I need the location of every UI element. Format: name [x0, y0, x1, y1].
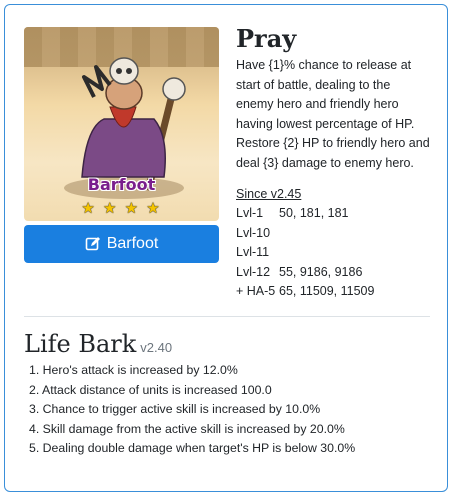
level-name: + HA-5 [236, 284, 276, 298]
level-value: 55, 9186, 9186 [279, 264, 363, 279]
level-row: Lvl-10 [236, 226, 374, 246]
level-row: Lvl-1 50, 181, 181 [236, 206, 374, 226]
skill-level-table: Lvl-1 50, 181, 181 Lvl-10 Lvl-11 Lvl-12 … [236, 206, 374, 304]
hero-portrait: Barfoot ★ ★ ★ ★ [24, 27, 219, 221]
hero-name-label: Barfoot [87, 175, 156, 194]
level-name: Lvl-1 [236, 206, 264, 220]
level-name: Lvl-12 [236, 264, 271, 279]
since-version-link[interactable]: Since v2.45 [236, 187, 301, 201]
level-name: Lvl-10 [236, 225, 271, 240]
life-bark-list: 1. Hero's attack is increased by 12.0% 2… [29, 361, 355, 459]
life-bark-heading: Life Bark v2.40 [24, 330, 172, 358]
list-item: 3. Chance to trigger active skill is inc… [29, 402, 321, 417]
level-row: Lvl-11 [236, 245, 374, 265]
skill-description: Have {1}% chance to release at start of … [236, 58, 430, 170]
level-row: + HA-5 65, 11509, 11509 [236, 284, 374, 304]
section-divider [24, 316, 430, 317]
list-item: 1. Hero's attack is increased by 12.0% [29, 363, 238, 377]
level-name: Lvl-11 [236, 245, 270, 259]
star-icon: ★ [146, 200, 162, 217]
life-bark-version: v2.40 [140, 340, 173, 355]
list-item: 5. Dealing double damage when target's H… [29, 441, 356, 456]
list-item: 2. Attack distance of units is increased… [29, 382, 272, 397]
hero-button-label: Barfoot [106, 235, 159, 252]
level-value: 50, 181, 181 [279, 206, 349, 220]
star-icon: ★ [102, 200, 119, 217]
edit-icon [85, 237, 100, 251]
skill-title: Pray [236, 24, 297, 53]
hero-link-button[interactable]: Barfoot [24, 225, 219, 263]
hero-star-rating: ★ ★ ★ ★ [24, 199, 219, 217]
list-item: 4. Skill damage from the active skill is… [29, 421, 345, 436]
star-icon: ★ [124, 200, 141, 217]
level-row: Lvl-12 55, 9186, 9186 [236, 265, 374, 285]
star-icon: ★ [81, 200, 97, 217]
life-bark-title: Life Bark [24, 330, 137, 358]
level-value: 65, 11509, 11509 [279, 284, 375, 298]
